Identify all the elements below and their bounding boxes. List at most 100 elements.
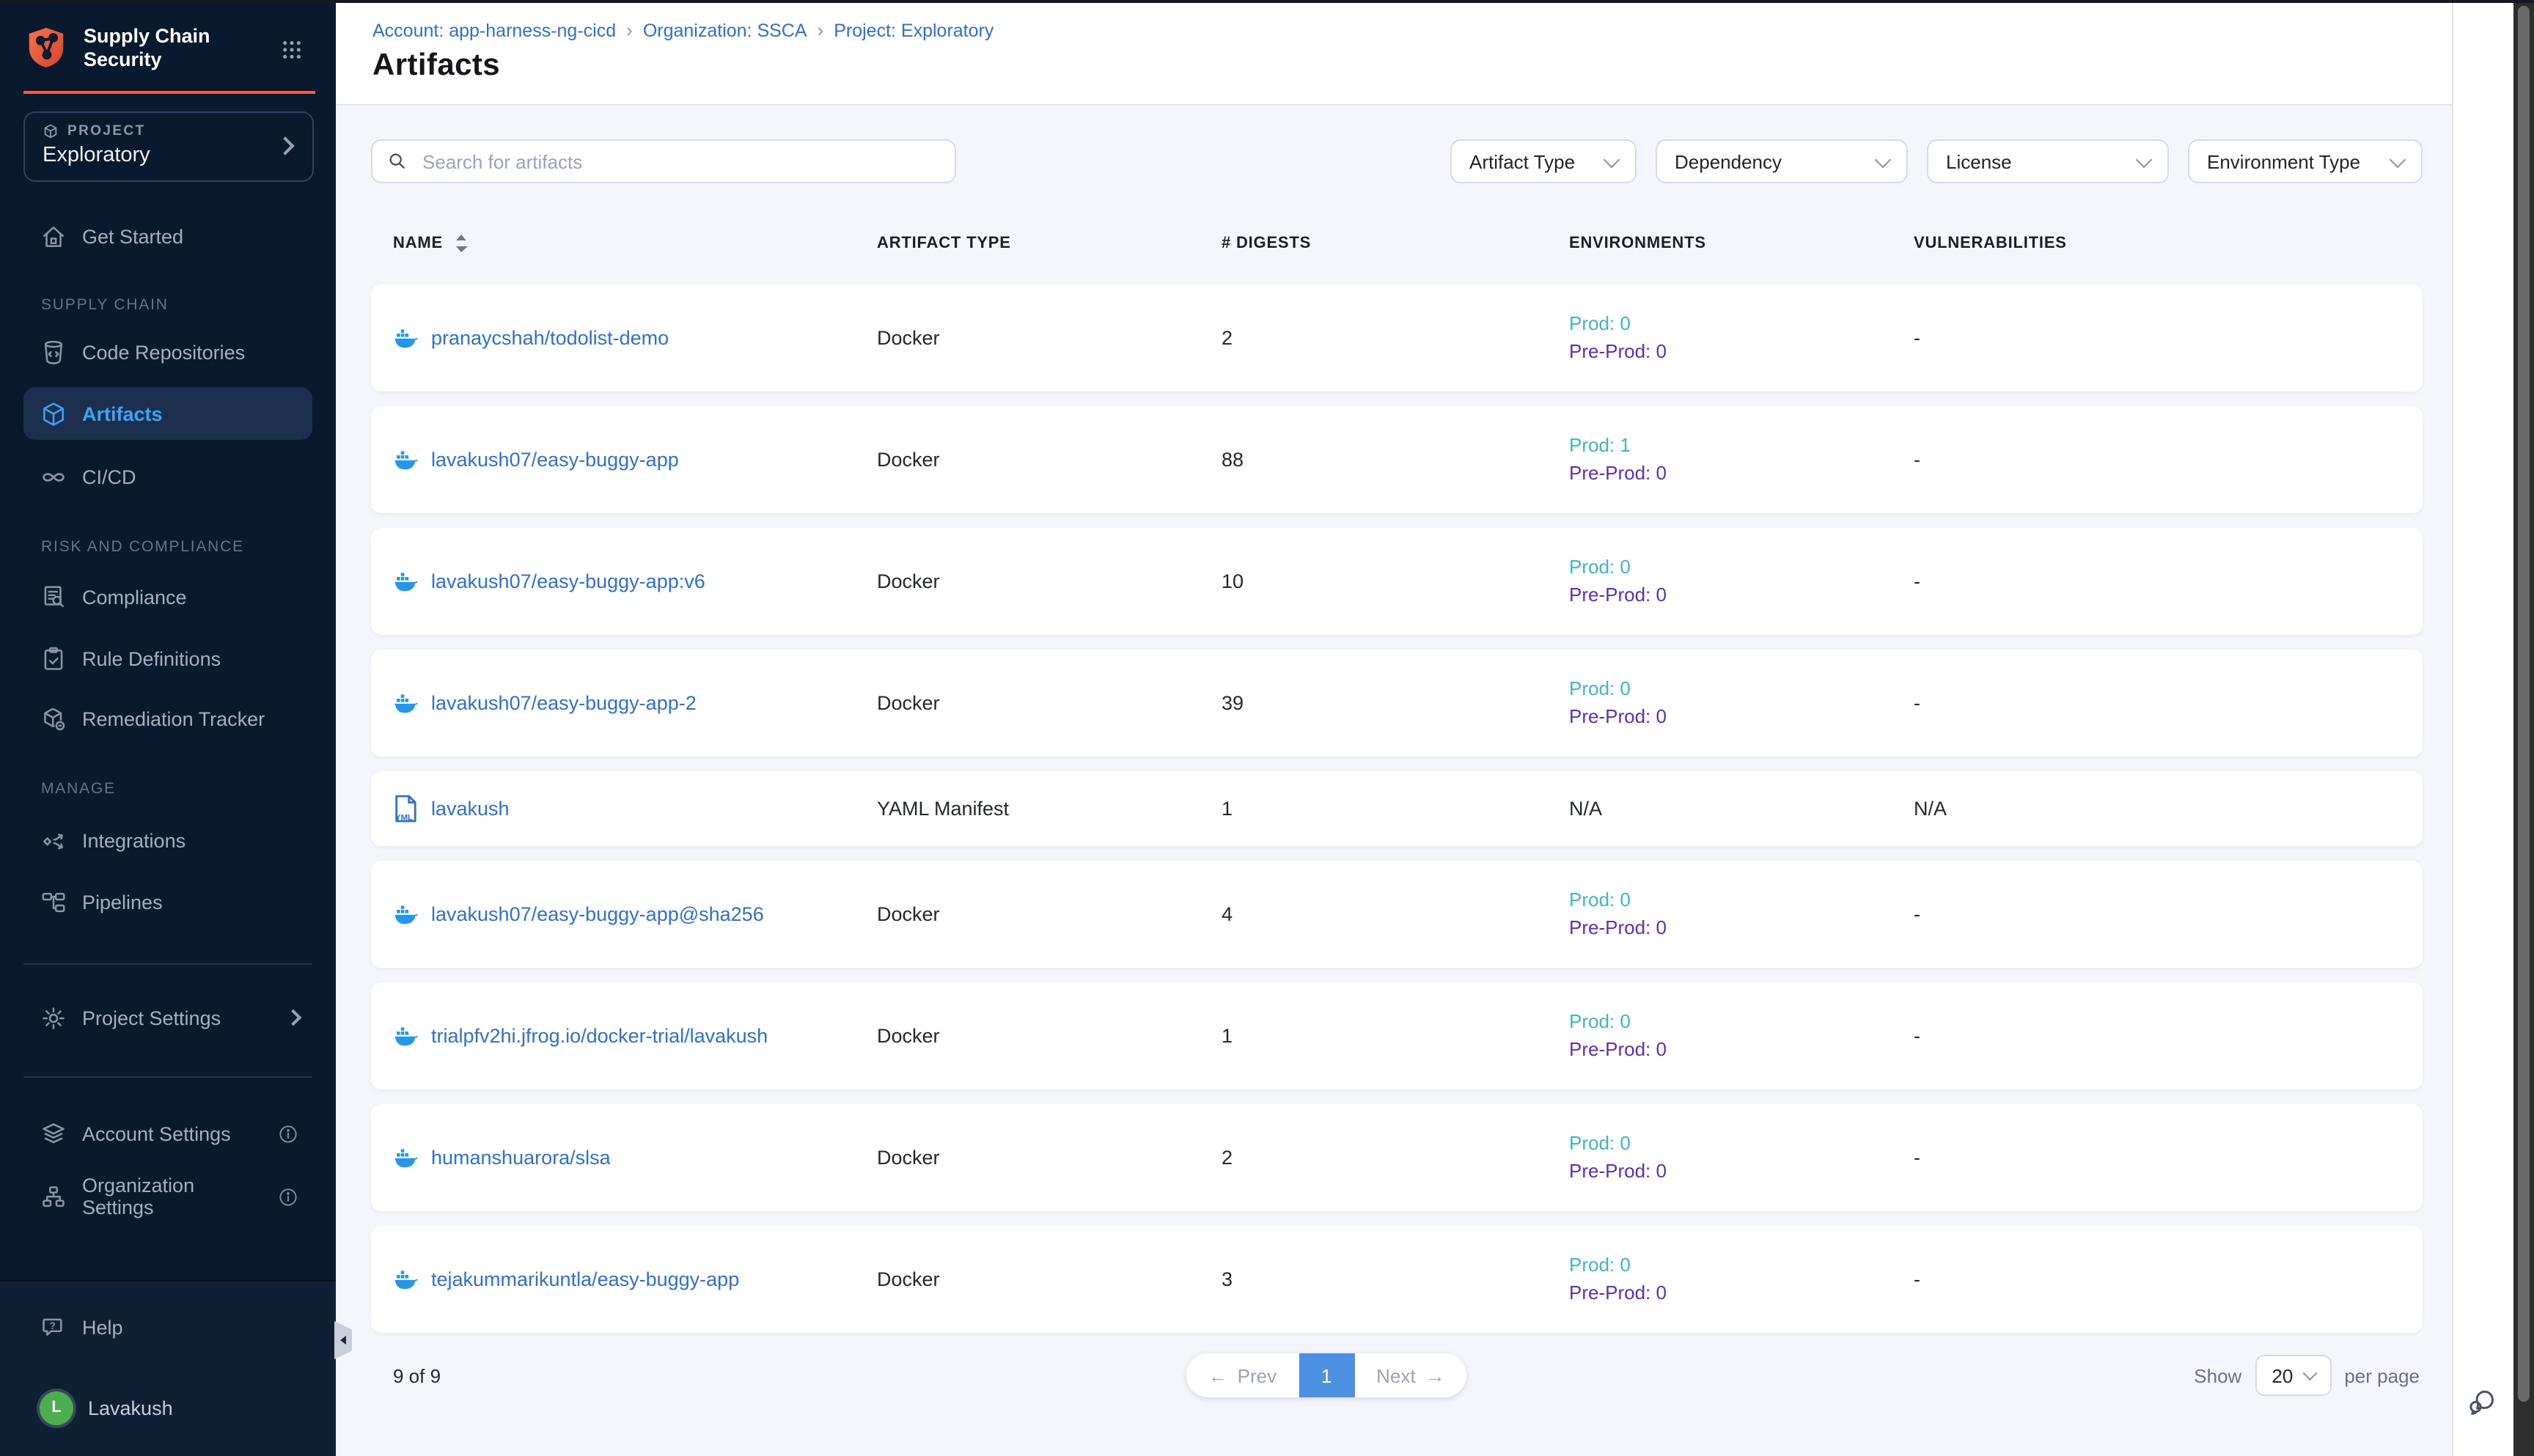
environment-type-filter[interactable]: Environment Type	[2188, 139, 2423, 183]
digests-cell: 2	[1222, 327, 1569, 349]
help-chat-icon: ?	[40, 1313, 67, 1341]
preprod-count[interactable]: Pre-Prod: 0	[1569, 581, 1914, 608]
arrow-right-icon: →	[1426, 1364, 1445, 1386]
pagination: ← Prev 1 Next →	[1186, 1353, 1467, 1397]
vulnerabilities-cell: -	[1914, 449, 2423, 471]
prod-count[interactable]: Prod: 0	[1569, 1252, 1914, 1279]
preprod-count[interactable]: Pre-Prod: 0	[1569, 460, 1914, 487]
environments-cell: Prod: 0 Pre-Prod: 0	[1569, 887, 1914, 941]
chevron-right-icon	[285, 1010, 302, 1026]
table-row: tejakummarikuntla/easy-buggy-app Docker …	[371, 1226, 2423, 1333]
sidebar-item-integrations[interactable]: Integrations	[23, 814, 312, 867]
artifact-name-link[interactable]: lavakush07/easy-buggy-app	[431, 449, 679, 471]
prod-count[interactable]: Prod: 0	[1569, 554, 1914, 581]
sidebar-item-remediation-tracker[interactable]: Remediation Tracker	[23, 692, 312, 745]
info-icon[interactable]	[277, 1185, 299, 1207]
sort-icon[interactable]	[455, 233, 468, 254]
preprod-count[interactable]: Pre-Prod: 0	[1569, 1158, 1914, 1185]
artifact-type-cell: Docker	[877, 1268, 1222, 1290]
breadcrumb-separator: ›	[626, 19, 633, 41]
preprod-count[interactable]: Pre-Prod: 0	[1569, 1036, 1914, 1063]
sidebar-divider	[23, 963, 312, 965]
sidebar-item-artifacts[interactable]: Artifacts	[23, 387, 312, 440]
info-icon[interactable]	[277, 1122, 299, 1144]
artifact-name-link[interactable]: tejakummarikuntla/easy-buggy-app	[431, 1268, 739, 1290]
user-menu[interactable]: L Lavakush	[23, 1381, 312, 1434]
page-size-select[interactable]: 20	[2255, 1355, 2331, 1396]
artifact-name-link[interactable]: lavakush07/easy-buggy-app-2	[431, 692, 697, 714]
cube-icon	[40, 400, 67, 427]
sidebar-item-organization-settings[interactable]: Organization Settings	[23, 1170, 312, 1223]
preprod-count[interactable]: Pre-Prod: 0	[1569, 338, 1914, 365]
breadcrumb-account-link[interactable]: Account: app-harness-ng-cicd	[372, 20, 616, 40]
sidebar-item-code-repositories[interactable]: Code Repositories	[23, 326, 312, 378]
artifact-name-link[interactable]: lavakush	[431, 798, 510, 820]
table-row: lavakush07/easy-buggy-app:v6 Docker 10 P…	[371, 528, 2423, 635]
vulnerabilities-cell: -	[1914, 1268, 2423, 1290]
artifact-name-link[interactable]: trialpfv2hi.jfrog.io/docker-trial/lavaku…	[431, 1025, 768, 1047]
content: Artifact Type Dependency License Environ…	[336, 106, 2452, 1456]
sidebar-item-account-settings[interactable]: Account Settings	[23, 1107, 312, 1160]
prod-count[interactable]: Prod: 0	[1569, 676, 1914, 703]
page-header: Account: app-harness-ng-cicd › Organizat…	[336, 0, 2452, 106]
digests-cell: 1	[1222, 798, 1569, 820]
dependency-filter[interactable]: Dependency	[1656, 139, 1908, 183]
sidebar-item-get-started[interactable]: Get Started	[23, 210, 312, 262]
column-name: NAME	[393, 235, 443, 252]
module-grid-icon[interactable]	[280, 38, 304, 62]
vulnerabilities-cell: -	[1914, 1025, 2423, 1047]
avatar: L	[40, 1391, 73, 1424]
prod-count[interactable]: Prod: 0	[1569, 1130, 1914, 1158]
prev-page-button[interactable]: ← Prev	[1186, 1353, 1299, 1397]
sidebar-item-cicd[interactable]: CI/CD	[23, 450, 312, 503]
scrollbar-thumb[interactable]	[2518, 6, 2530, 1402]
digests-cell: 88	[1222, 449, 1569, 471]
artifact-type-filter[interactable]: Artifact Type	[1450, 139, 1637, 183]
sidebar-footer: ? Help L Lavakush	[0, 1282, 336, 1456]
docker-icon	[393, 1025, 418, 1047]
sidebar-item-help[interactable]: ? Help	[23, 1301, 312, 1353]
prod-count[interactable]: Prod: 0	[1569, 1009, 1914, 1036]
table-body: pranaycshah/todolist-demo Docker 2 Prod:…	[371, 284, 2423, 1333]
artifact-type-cell: Docker	[877, 327, 1222, 349]
scrollbar[interactable]	[2513, 0, 2534, 1456]
preprod-count[interactable]: Pre-Prod: 0	[1569, 703, 1914, 730]
chat-support-icon[interactable]	[2467, 1386, 2499, 1418]
app-title: Supply Chain Security	[84, 25, 230, 72]
next-page-button[interactable]: Next →	[1354, 1353, 1466, 1397]
breadcrumb-project-link[interactable]: Project: Exploratory	[834, 20, 994, 40]
project-selector[interactable]: PROJECT Exploratory	[23, 111, 314, 182]
arrow-left-icon: ←	[1208, 1364, 1227, 1386]
artifact-name-link[interactable]: lavakush07/easy-buggy-app@sha256	[431, 903, 764, 925]
page-title: Artifacts	[372, 48, 2452, 84]
prod-count[interactable]: Prod: 0	[1569, 887, 1914, 914]
infinity-icon	[40, 463, 67, 490]
column-environments: ENVIRONMENTS	[1569, 235, 1914, 252]
clipboard-check-icon	[40, 644, 67, 672]
prod-count[interactable]: Prod: 1	[1569, 433, 1914, 460]
project-cube-icon	[43, 123, 59, 139]
preprod-count[interactable]: Pre-Prod: 0	[1569, 914, 1914, 941]
breadcrumb-organization-link[interactable]: Organization: SSCA	[643, 20, 807, 40]
artifact-name-link[interactable]: lavakush07/easy-buggy-app:v6	[431, 570, 705, 592]
search-input[interactable]	[419, 149, 940, 174]
license-filter[interactable]: License	[1927, 139, 2169, 183]
sidebar-item-compliance[interactable]: Compliance	[23, 570, 312, 623]
digests-cell: 2	[1222, 1147, 1569, 1169]
code-repository-icon	[40, 338, 67, 366]
yaml-file-icon: YML	[393, 795, 418, 823]
app-window: Supply Chain Security PROJECT Explorator…	[0, 0, 2534, 1456]
artifact-name-link[interactable]: pranaycshah/todolist-demo	[431, 327, 669, 349]
page-1-button[interactable]: 1	[1299, 1353, 1354, 1397]
preprod-count[interactable]: Pre-Prod: 0	[1569, 1279, 1914, 1306]
section-label-supply-chain: SUPPLY CHAIN	[23, 295, 312, 315]
breadcrumb-separator: ›	[818, 19, 824, 41]
environments-cell: Prod: 0 Pre-Prod: 0	[1569, 1009, 1914, 1063]
sidebar-item-pipelines[interactable]: Pipelines	[23, 875, 312, 928]
brand: Supply Chain Security	[0, 0, 336, 72]
sidebar-item-rule-definitions[interactable]: Rule Definitions	[23, 632, 312, 685]
artifact-name-link[interactable]: humanshuarora/slsa	[431, 1147, 611, 1169]
sidebar-item-project-settings[interactable]: Project Settings	[23, 991, 312, 1044]
prod-count[interactable]: Prod: 0	[1569, 311, 1914, 338]
per-page-control: Show 20 per page	[2194, 1355, 2420, 1396]
